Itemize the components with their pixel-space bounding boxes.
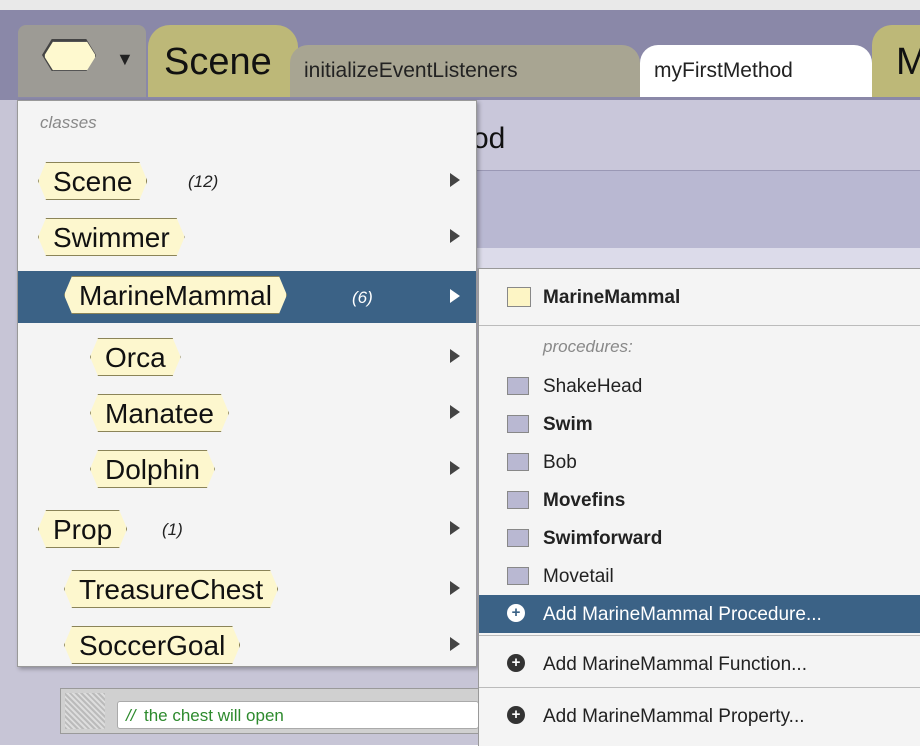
add-property-item[interactable]: + Add MarineMammal Property... <box>479 697 920 735</box>
tab-initialize-label: initializeEventListeners <box>304 59 518 82</box>
folder-icon <box>507 377 529 395</box>
method-body-top <box>470 248 920 268</box>
add-procedure-label: Add MarineMammal Procedure... <box>543 604 822 625</box>
procedure-item-bob[interactable]: Bob <box>479 443 920 481</box>
tab-initialize-event-listeners[interactable]: initializeEventListeners <box>290 45 640 97</box>
chevron-right-icon <box>450 637 460 651</box>
code-statement[interactable]: // the chest will open <box>60 688 482 734</box>
folder-icon <box>507 567 529 585</box>
plus-circle-icon: + <box>507 604 525 622</box>
tab-scene-label: Scene <box>164 41 272 83</box>
method-title: od <box>472 122 506 155</box>
class-label-dolphin: Dolphin <box>90 450 215 488</box>
add-procedure-item[interactable]: + Add MarineMammal Procedure... <box>479 595 920 633</box>
procedure-item-movefins[interactable]: Movefins <box>479 481 920 519</box>
submenu-class-label: MarineMammal <box>543 287 681 308</box>
chevron-right-icon <box>450 289 460 303</box>
comment-statement[interactable]: // the chest will open <box>117 701 479 729</box>
chevron-right-icon <box>450 173 460 187</box>
chevron-right-icon <box>450 405 460 419</box>
procedure-label: Movefins <box>543 490 626 511</box>
add-property-label: Add MarineMammal Property... <box>543 706 805 727</box>
procedure-item-movetail[interactable]: Movetail <box>479 557 920 595</box>
chevron-right-icon <box>450 521 460 535</box>
class-label-manatee: Manatee <box>90 394 229 432</box>
top-strip <box>0 0 920 10</box>
class-item-swimmer[interactable]: Swimmer <box>18 215 476 259</box>
class-menu: classes Scene (12) Swimmer MarineMammal … <box>17 100 477 667</box>
class-label-marinemammal: MarineMammal <box>64 276 287 314</box>
procedure-label: ShakeHead <box>543 376 643 397</box>
tab-my-first-method-label: myFirstMethod <box>654 59 793 82</box>
divider <box>479 635 920 636</box>
tab-scene[interactable]: Scene <box>148 25 298 97</box>
plus-circle-icon: + <box>507 706 525 724</box>
procedure-item-shakehead[interactable]: ShakeHead <box>479 367 920 405</box>
class-item-scene[interactable]: Scene (12) <box>18 159 476 203</box>
tab-more-label: M <box>896 41 920 83</box>
procedure-item-swim[interactable]: Swim <box>479 405 920 443</box>
procedures-header: procedures: <box>543 337 633 356</box>
class-label-treasurechest: TreasureChest <box>64 570 278 608</box>
chevron-right-icon <box>450 349 460 363</box>
class-label-swimmer: Swimmer <box>38 218 185 256</box>
folder-icon <box>507 529 529 547</box>
class-label-soccergoal: SoccerGoal <box>64 626 240 664</box>
class-item-treasurechest[interactable]: TreasureChest <box>18 567 476 611</box>
comment-prefix: // <box>126 706 136 725</box>
folder-icon <box>507 453 529 471</box>
add-function-item[interactable]: + Add MarineMammal Function... <box>479 645 920 683</box>
procedure-label: Movetail <box>543 566 614 587</box>
procedure-label: Swimforward <box>543 528 663 549</box>
class-label-scene: Scene <box>38 162 147 200</box>
divider <box>479 687 920 688</box>
folder-icon <box>507 491 529 509</box>
class-item-soccergoal[interactable]: SoccerGoal <box>18 623 476 667</box>
class-type-dropdown-button[interactable]: ▼ <box>18 25 146 97</box>
tab-my-first-method[interactable]: myFirstMethod <box>640 45 872 97</box>
chevron-right-icon <box>450 581 460 595</box>
plus-circle-icon: + <box>507 654 525 672</box>
method-header: od <box>470 100 920 170</box>
marinemammal-submenu: MarineMammal procedures: ShakeHead Swim … <box>478 268 920 746</box>
tab-more[interactable]: M <box>872 25 920 97</box>
chevron-right-icon <box>450 461 460 475</box>
class-item-manatee[interactable]: Manatee <box>18 391 476 435</box>
procedure-label: Swim <box>543 414 593 435</box>
chevron-down-icon: ▼ <box>116 49 134 69</box>
add-function-label: Add MarineMammal Function... <box>543 654 807 675</box>
class-item-marinemammal[interactable]: MarineMammal (6) <box>18 271 476 323</box>
class-count-marinemammal: (6) <box>352 288 373 307</box>
class-label-prop: Prop <box>38 510 127 548</box>
drag-handle[interactable] <box>65 693 105 729</box>
class-label-orca: Orca <box>90 338 181 376</box>
comment-text: the chest will open <box>144 706 284 725</box>
class-count-prop: (1) <box>162 520 183 539</box>
class-item-dolphin[interactable]: Dolphin <box>18 447 476 491</box>
procedure-item-swimforward[interactable]: Swimforward <box>479 519 920 557</box>
chevron-right-icon <box>450 229 460 243</box>
method-toolbar-band <box>470 170 920 249</box>
class-count-scene: (12) <box>188 172 219 191</box>
procedure-label: Bob <box>543 452 577 473</box>
divider <box>479 325 920 326</box>
submenu-class-item[interactable]: MarineMammal <box>479 269 920 325</box>
class-item-orca[interactable]: Orca <box>18 335 476 379</box>
classes-header: classes <box>40 113 97 132</box>
class-item-prop[interactable]: Prop (1) <box>18 507 476 551</box>
procedures-header-row: procedures: <box>479 331 920 361</box>
folder-icon <box>507 287 531 307</box>
folder-icon <box>507 415 529 433</box>
hexagon-icon <box>44 41 96 71</box>
